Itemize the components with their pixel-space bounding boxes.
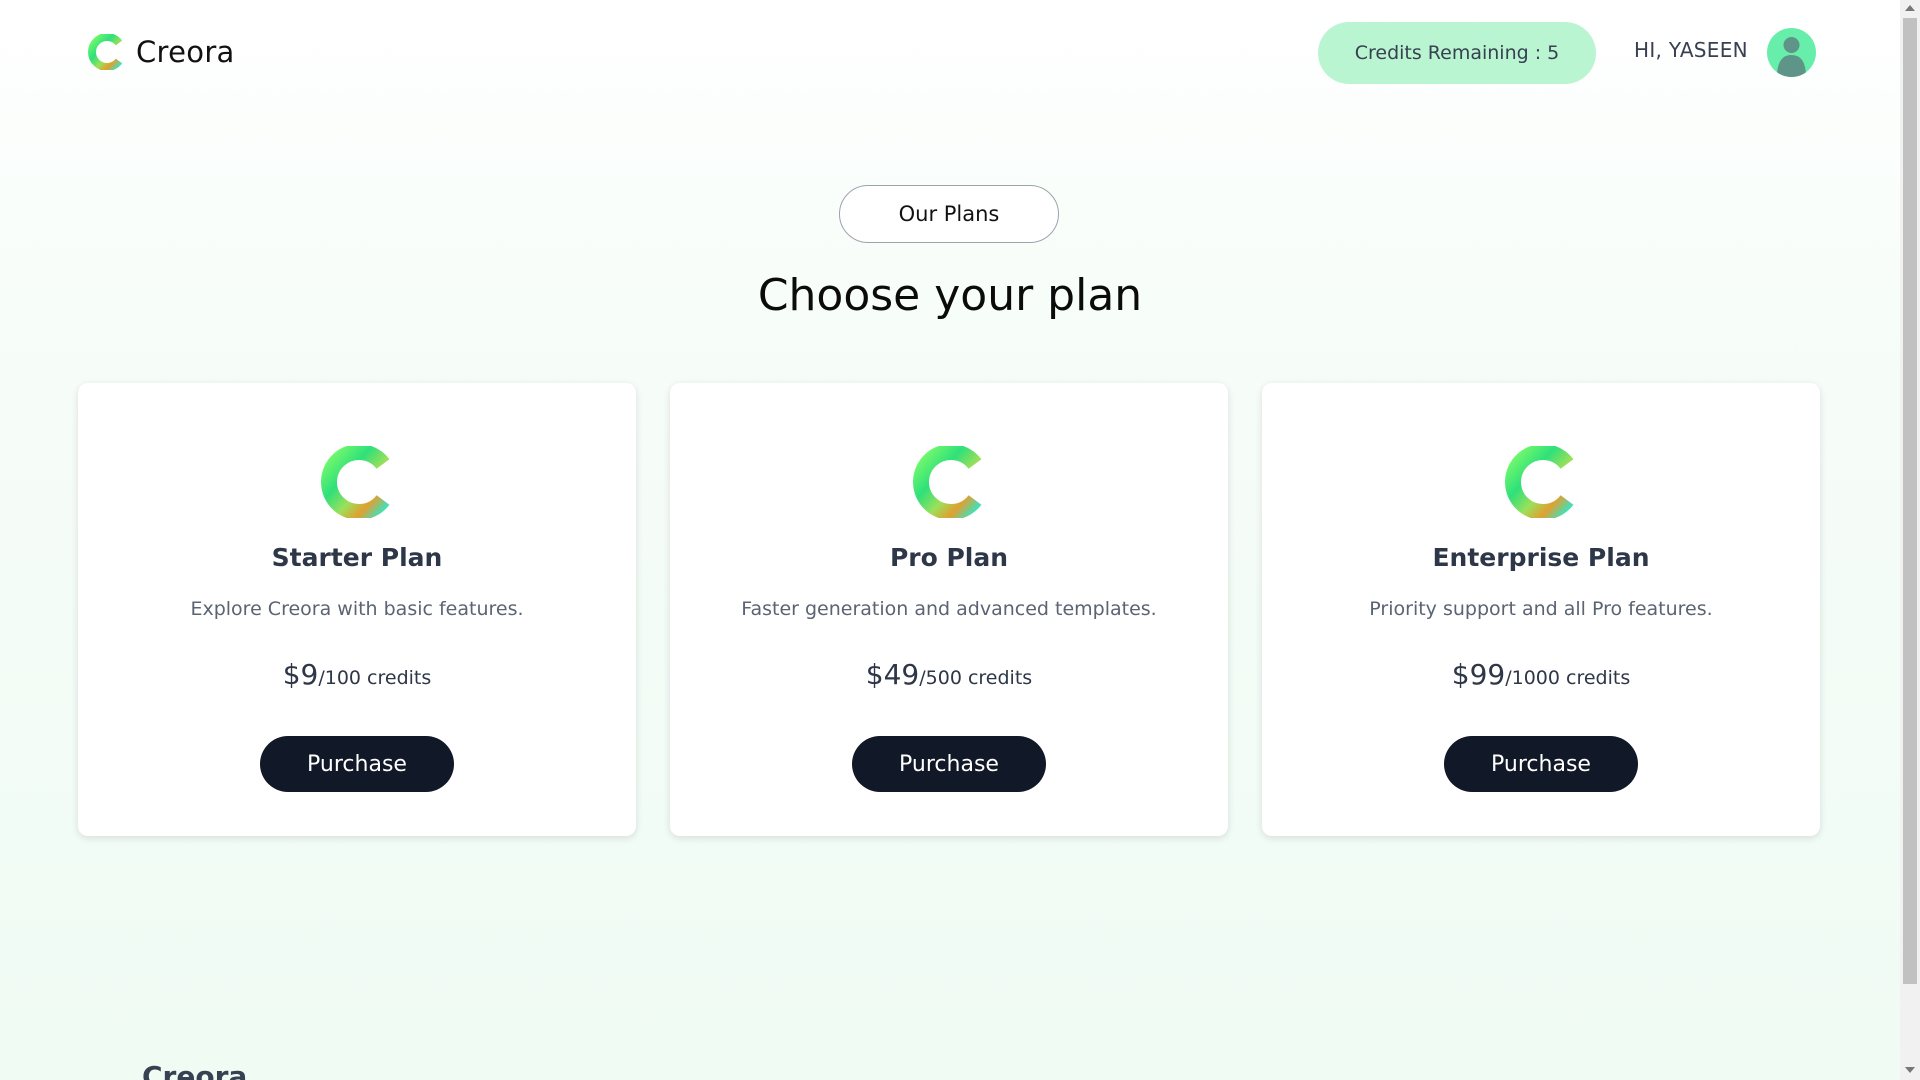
plan-description: Priority support and all Pro features. bbox=[1369, 598, 1713, 620]
user-greeting: HI, YASEEN bbox=[1634, 38, 1748, 62]
scrollbar[interactable] bbox=[1900, 0, 1920, 1080]
plan-card-starter: Starter Plan Explore Creora with basic f… bbox=[78, 383, 636, 836]
price-credits: /500 credits bbox=[919, 667, 1033, 689]
plan-card-pro: Pro Plan Faster generation and advanced … bbox=[670, 383, 1228, 836]
footer-brand: Creora bbox=[142, 1060, 248, 1080]
purchase-button[interactable]: Purchase bbox=[260, 736, 454, 792]
scroll-down-icon[interactable] bbox=[1905, 1067, 1915, 1073]
scrollbar-thumb[interactable] bbox=[1903, 18, 1917, 984]
creora-logo-icon bbox=[88, 34, 124, 70]
plan-price: $49/500 credits bbox=[670, 658, 1228, 691]
plan-price: $99/1000 credits bbox=[1262, 658, 1820, 691]
page-title: Choose your plan bbox=[757, 270, 1143, 321]
our-plans-badge: Our Plans bbox=[839, 185, 1059, 243]
plan-name: Enterprise Plan bbox=[1432, 543, 1650, 572]
plan-name: Starter Plan bbox=[271, 543, 443, 572]
scroll-up-icon[interactable] bbox=[1905, 5, 1915, 11]
header-logo[interactable]: Creora bbox=[88, 34, 235, 70]
user-avatar[interactable] bbox=[1767, 28, 1816, 77]
plan-description: Faster generation and advanced templates… bbox=[741, 598, 1157, 620]
price-credits: /100 credits bbox=[318, 667, 432, 689]
price-amount: $99 bbox=[1451, 658, 1506, 691]
creora-logo-icon bbox=[913, 446, 985, 518]
plan-name: Pro Plan bbox=[889, 543, 1009, 572]
price-amount: $49 bbox=[865, 658, 920, 691]
purchase-button[interactable]: Purchase bbox=[852, 736, 1046, 792]
price-amount: $9 bbox=[282, 658, 319, 691]
plan-price: $9/100 credits bbox=[78, 658, 636, 691]
credits-remaining-badge: Credits Remaining : 5 bbox=[1318, 22, 1596, 84]
plan-description: Explore Creora with basic features. bbox=[190, 598, 524, 620]
creora-logo-icon bbox=[1505, 446, 1577, 518]
user-icon bbox=[1777, 37, 1806, 77]
creora-logo-icon bbox=[321, 446, 393, 518]
plan-card-enterprise: Enterprise Plan Priority support and all… bbox=[1262, 383, 1820, 836]
price-credits: /1000 credits bbox=[1505, 667, 1631, 689]
purchase-button[interactable]: Purchase bbox=[1444, 736, 1638, 792]
brand-name: Creora bbox=[136, 35, 235, 69]
